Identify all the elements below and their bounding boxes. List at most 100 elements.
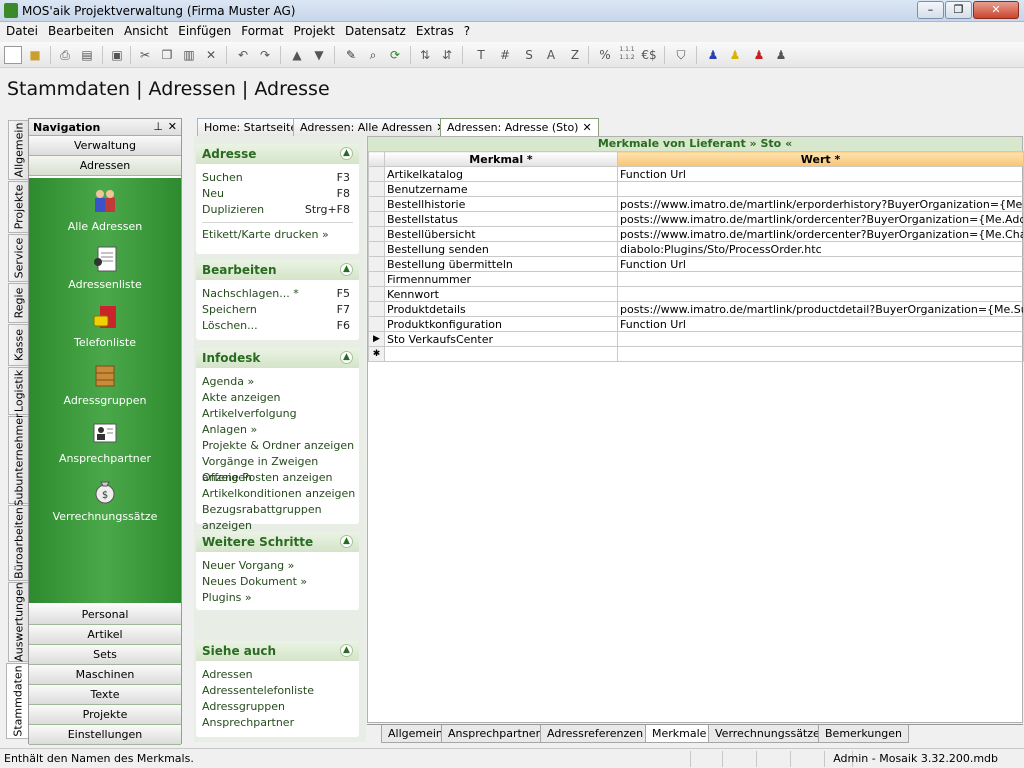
minimize-button[interactable]: – <box>917 1 944 19</box>
vtab-subunternehmer[interactable]: Subunternehmer <box>8 413 28 507</box>
table-row[interactable]: Bestellung senden diabolo:Plugins/Sto/Pro… <box>368 241 1024 257</box>
task-adressentelefonliste[interactable]: Adressentelefonliste <box>196 683 359 699</box>
merkmal-cell[interactable]: Produktkonfiguration <box>384 316 618 332</box>
tab-home-startseite[interactable]: Home: Startseite <box>197 118 305 136</box>
tab-adresse-sto[interactable]: Adressen: Adresse (Sto) ✕ <box>440 118 599 136</box>
menu-help[interactable]: ? <box>458 22 474 38</box>
nav-item-alle-adressen[interactable]: Alle Adressen <box>29 186 181 233</box>
menu-ansicht[interactable]: Ansicht <box>118 22 172 38</box>
new-document-icon[interactable] <box>4 46 22 64</box>
number-format-button[interactable]: # <box>496 46 514 64</box>
nav-button-sets[interactable]: Sets <box>29 645 181 665</box>
z-button[interactable]: Z <box>566 46 584 64</box>
task-akte-anzeigen[interactable]: Akte anzeigen <box>196 390 359 406</box>
tab-verrechnungssaetze[interactable]: Verrechnungssätze <box>708 725 827 743</box>
refresh-icon[interactable]: ⟳ <box>386 46 404 64</box>
nav-button-verwaltung[interactable]: Verwaltung <box>29 136 181 156</box>
tab-bemerkungen[interactable]: Bemerkungen <box>818 725 910 743</box>
numbering-button[interactable]: 1.1.1 1.1.2 <box>618 46 636 64</box>
task-artikelkonditionen[interactable]: Artikelkonditionen anzeigen <box>196 486 359 502</box>
task-suchen[interactable]: Suchen F3 <box>196 170 359 186</box>
a-button[interactable]: A <box>542 46 560 64</box>
menu-bearbeiten[interactable]: Bearbeiten <box>42 22 118 38</box>
print-preview-icon[interactable]: ▤ <box>78 46 96 64</box>
row-selector[interactable] <box>368 181 385 197</box>
wert-cell[interactable]: Function Url <box>617 256 1024 272</box>
arrow-down-icon[interactable]: ▼ <box>310 46 328 64</box>
user-dark-icon[interactable]: ♟ <box>772 46 790 64</box>
task-neuer-vorgang[interactable]: Neuer Vorgang » <box>196 558 359 574</box>
undo-icon[interactable]: ↶ <box>234 46 252 64</box>
merkmal-cell[interactable]: Sto VerkaufsCenter <box>384 331 618 347</box>
merkmal-cell[interactable]: Artikelkatalog <box>384 166 618 182</box>
vtab-auswertungen[interactable]: Auswertungen <box>8 582 28 662</box>
tab-adressreferenzen[interactable]: Adressreferenzen <box>540 725 651 743</box>
cut-icon[interactable]: ✂ <box>136 46 154 64</box>
nav-item-telefonliste[interactable]: Telefonliste <box>29 302 181 349</box>
user-red-icon[interactable]: ♟ <box>750 46 768 64</box>
task-loeschen[interactable]: Löschen... F6 <box>196 318 359 334</box>
vtab-bueroarbeiten[interactable]: Büroarbeiten <box>8 505 28 581</box>
column-header-wert[interactable]: Wert * <box>617 151 1024 167</box>
wert-cell[interactable] <box>617 331 1024 347</box>
merkmal-cell[interactable]: Bestellübersicht <box>384 226 618 242</box>
merkmal-cell[interactable]: Bestellung übermitteln <box>384 256 618 272</box>
close-navigation-icon[interactable]: ✕ <box>168 120 177 133</box>
row-selector[interactable] <box>368 241 385 257</box>
tab-alle-adressen[interactable]: Adressen: Alle Adressen✕ <box>293 118 453 136</box>
table-row[interactable]: Produktdetails posts://www.imatro.de/mart… <box>368 301 1024 317</box>
task-nachschlagen[interactable]: Nachschlagen... * F5 <box>196 286 359 302</box>
task-offene-posten[interactable]: Offene Posten anzeigen <box>196 470 359 486</box>
task-speichern[interactable]: Speichern F7 <box>196 302 359 318</box>
table-row[interactable]: Artikelkatalog Function Url <box>368 166 1024 182</box>
nav-button-texte[interactable]: Texte <box>29 685 181 705</box>
vtab-projekte[interactable]: Projekte <box>8 181 28 233</box>
task-anlagen[interactable]: Anlagen » <box>196 422 359 438</box>
table-row[interactable]: Firmennummer <box>368 271 1024 287</box>
table-row[interactable]: Bestellstatus posts://www.imatro.de/martl… <box>368 211 1024 227</box>
row-selector[interactable] <box>368 316 385 332</box>
task-adressen[interactable]: Adressen <box>196 667 359 683</box>
filter-icon[interactable]: ⛉ <box>672 46 690 64</box>
table-row[interactable]: Bestellhistorie posts://www.imatro.de/mar… <box>368 196 1024 212</box>
paste-icon[interactable]: ▥ <box>180 46 198 64</box>
menu-datensatz[interactable]: Datensatz <box>339 22 410 38</box>
collapse-icon[interactable]: ▲ <box>340 644 353 657</box>
section-header[interactable]: Siehe auch ▲ <box>196 641 359 661</box>
wert-cell[interactable] <box>617 346 1024 362</box>
nav-button-einstellungen[interactable]: Einstellungen <box>29 725 181 745</box>
merkmal-cell[interactable]: Kennwort <box>384 286 618 302</box>
nav-item-adressenliste[interactable]: Adressenliste <box>29 244 181 291</box>
merkmal-cell[interactable]: Benutzername <box>384 181 618 197</box>
task-projekte-ordner[interactable]: Projekte & Ordner anzeigen <box>196 438 359 454</box>
task-artikelverfolgung[interactable]: Artikelverfolgung <box>196 406 359 422</box>
collapse-icon[interactable]: ▲ <box>340 147 353 160</box>
row-selector[interactable] <box>368 271 385 287</box>
row-selector[interactable] <box>368 286 385 302</box>
section-header[interactable]: Bearbeiten ▲ <box>196 260 359 280</box>
sort-icon[interactable]: ⇅ <box>416 46 434 64</box>
wert-cell[interactable] <box>617 271 1024 287</box>
nav-button-artikel[interactable]: Artikel <box>29 625 181 645</box>
sort-desc-icon[interactable]: ⇵ <box>438 46 456 64</box>
row-selector[interactable] <box>368 196 385 212</box>
row-selector[interactable] <box>368 256 385 272</box>
table-row[interactable]: Produktkonfiguration Function Url <box>368 316 1024 332</box>
task-vorgaenge-zweigen[interactable]: Vorgänge in Zweigen anzeigen <box>196 454 359 484</box>
new-row-icon[interactable]: ✱ <box>368 346 385 362</box>
task-plugins[interactable]: Plugins » <box>196 590 359 606</box>
nav-item-verrechnungssaetze[interactable]: $ Verrechnungssätze <box>29 476 181 523</box>
text-format-button[interactable]: T <box>472 46 490 64</box>
merkmal-cell[interactable]: Firmennummer <box>384 271 618 287</box>
collapse-icon[interactable]: ▲ <box>340 263 353 276</box>
section-header[interactable]: Infodesk ▲ <box>196 348 359 368</box>
task-ansprechpartner[interactable]: Ansprechpartner <box>196 715 359 731</box>
search-icon[interactable]: ⌕ <box>364 46 382 64</box>
pin-icon[interactable]: ⊥ <box>153 120 163 133</box>
merkmal-cell[interactable]: Produktdetails <box>384 301 618 317</box>
redo-icon[interactable]: ↷ <box>256 46 274 64</box>
sum-button[interactable]: S <box>520 46 538 64</box>
table-row-new[interactable]: ✱ <box>368 346 1024 362</box>
collapse-icon[interactable]: ▲ <box>340 535 353 548</box>
tab-allgemein[interactable]: Allgemein <box>381 725 450 743</box>
